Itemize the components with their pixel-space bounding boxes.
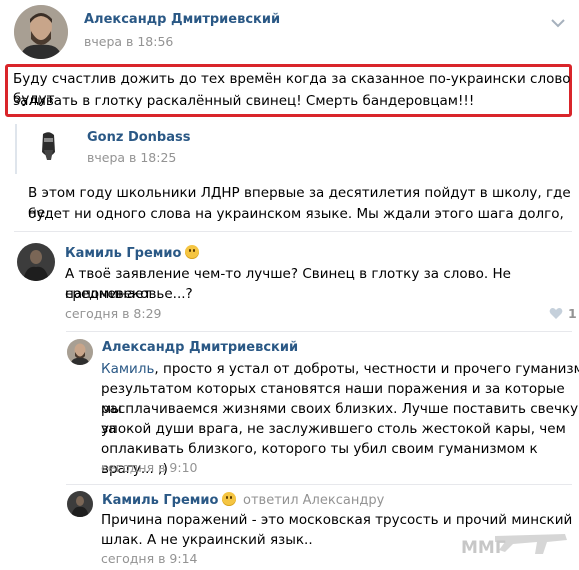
comment-2-text-line-1-rest: , просто я устал от доброты, честности и…: [154, 361, 579, 377]
post-author-avatar[interactable]: [14, 5, 68, 59]
heart-icon: [549, 307, 563, 319]
comment-1-like-button[interactable]: 1: [549, 305, 577, 321]
repost-text-line-2: будет ни одного слова на украинском язык…: [28, 206, 564, 222]
comment-2-reply-mention[interactable]: Камиль: [101, 361, 154, 377]
post-author-name[interactable]: Александр Дмитриевский: [84, 12, 280, 27]
comment-3-author-name[interactable]: Камиль Гремио: [102, 493, 218, 508]
comment-1-text-line-2: средневековье...?: [65, 286, 193, 302]
comment-2-avatar[interactable]: [67, 339, 93, 365]
comment-2-text-line-4: упокой души врага, не заслужившего столь…: [101, 421, 566, 437]
comment-1-author-name[interactable]: Камиль Гремио: [65, 246, 181, 261]
sad-face-emoji-icon: [222, 492, 237, 506]
comment-1-avatar[interactable]: [17, 243, 55, 281]
comment-1-author[interactable]: Камиль Гремио: [65, 245, 200, 261]
comment-3-time[interactable]: сегодня в 9:14: [101, 551, 198, 566]
repost-quote-bar: [15, 124, 17, 174]
comment-2-author[interactable]: Александр Дмитриевский: [102, 340, 298, 355]
mmg-watermark: ММГ: [455, 524, 573, 566]
comment-1-like-count: 1: [568, 305, 577, 321]
post-text-line-2: заливать в глотку раскалённый свинец! См…: [13, 93, 475, 109]
post-time[interactable]: вчера в 18:56: [84, 34, 173, 49]
comment-1-time[interactable]: сегодня в 8:29: [65, 306, 162, 321]
comment-3-text-line-2: шлак. А не украинский язык..: [101, 532, 313, 548]
reply-divider-2: [66, 484, 572, 485]
watermark-text: ММГ: [461, 538, 506, 558]
repost-author-avatar[interactable]: [29, 126, 69, 166]
reply-divider-1: [66, 331, 572, 332]
comment-3-avatar[interactable]: [67, 491, 93, 517]
chevron-down-icon[interactable]: [550, 14, 566, 28]
repost-time[interactable]: вчера в 18:25: [87, 150, 176, 165]
comment-2-time[interactable]: сегодня в 9:10: [101, 460, 198, 475]
comments-divider: [14, 231, 572, 232]
repost-author-name[interactable]: Gonz Donbass: [87, 130, 190, 145]
comment-3-author[interactable]: Камиль Гремио ответил Александру: [102, 492, 384, 508]
comment-2-text-line-1: Камиль, просто я устал от доброты, честн…: [101, 359, 579, 379]
comment-3-replied-to[interactable]: ответил Александру: [243, 493, 384, 508]
sad-face-emoji-icon: [185, 245, 200, 259]
